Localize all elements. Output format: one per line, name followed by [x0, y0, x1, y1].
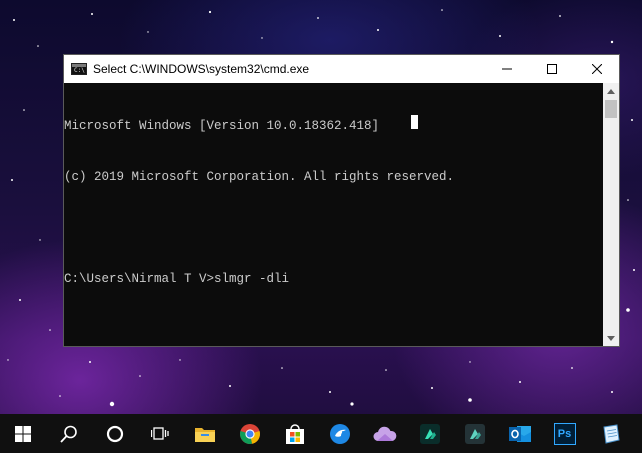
cortana-button[interactable]: [92, 414, 137, 453]
scroll-down-button[interactable]: [603, 330, 619, 346]
filmora-alt-button[interactable]: [452, 414, 497, 453]
window-title: Select C:\WINDOWS\system32\cmd.exe: [93, 62, 310, 76]
command-prompt-window[interactable]: C:\ Select C:\WINDOWS\system32\cmd.exe M…: [63, 54, 620, 347]
cortana-icon: [106, 425, 123, 442]
search-button[interactable]: [46, 414, 92, 453]
search-icon: [60, 425, 77, 443]
maximize-button[interactable]: [529, 55, 574, 83]
scroll-thumb[interactable]: [605, 100, 617, 118]
app-bird-button[interactable]: [317, 414, 362, 453]
chrome-button[interactable]: [227, 414, 272, 453]
scroll-up-button[interactable]: [603, 83, 619, 99]
console-line: C:\Users\Nirmal T V>slmgr -dli: [64, 272, 290, 286]
filmora-button[interactable]: [407, 414, 452, 453]
chrome-icon: [239, 423, 260, 444]
window-controls: [484, 55, 619, 83]
filmora-alt-icon: [464, 423, 485, 444]
app-bird-icon: [329, 423, 350, 444]
onedrive-cloud-icon: [373, 426, 396, 441]
vertical-scrollbar[interactable]: [603, 83, 619, 346]
start-button[interactable]: [0, 414, 46, 453]
file-explorer-icon: [194, 427, 215, 442]
microsoft-store-button[interactable]: [272, 414, 317, 453]
outlook-icon: [508, 425, 531, 442]
photoshop-icon: Ps: [553, 422, 576, 445]
photoshop-button[interactable]: Ps: [542, 414, 587, 453]
microsoft-store-icon: [285, 423, 304, 444]
minimize-button[interactable]: [484, 55, 529, 83]
window-titlebar[interactable]: C:\ Select C:\WINDOWS\system32\cmd.exe: [64, 55, 619, 83]
filmora-icon: [419, 423, 440, 444]
outlook-button[interactable]: [497, 414, 542, 453]
onedrive-cloud-button[interactable]: [362, 414, 407, 453]
task-view-icon: [150, 426, 169, 440]
file-explorer-button[interactable]: [182, 414, 227, 453]
chevron-up-icon: [607, 88, 615, 94]
console-line: (c) 2019 Microsoft Corporation. All righ…: [64, 170, 455, 184]
windows-start-icon: [15, 425, 31, 442]
text-cursor: [411, 115, 418, 129]
maximize-icon: [546, 64, 557, 74]
close-button[interactable]: [574, 55, 619, 83]
notepad-icon: [602, 423, 620, 444]
minimize-icon: [501, 68, 512, 70]
chevron-down-icon: [607, 335, 615, 341]
notepad-button[interactable]: [587, 414, 632, 453]
cmd-app-icon[interactable]: C:\: [71, 63, 87, 75]
task-view-button[interactable]: [137, 414, 182, 453]
taskbar: Ps: [0, 414, 642, 453]
console-output[interactable]: Microsoft Windows [Version 10.0.18362.41…: [64, 83, 604, 346]
console-line: Microsoft Windows [Version 10.0.18362.41…: [64, 119, 380, 133]
close-icon: [591, 64, 602, 74]
